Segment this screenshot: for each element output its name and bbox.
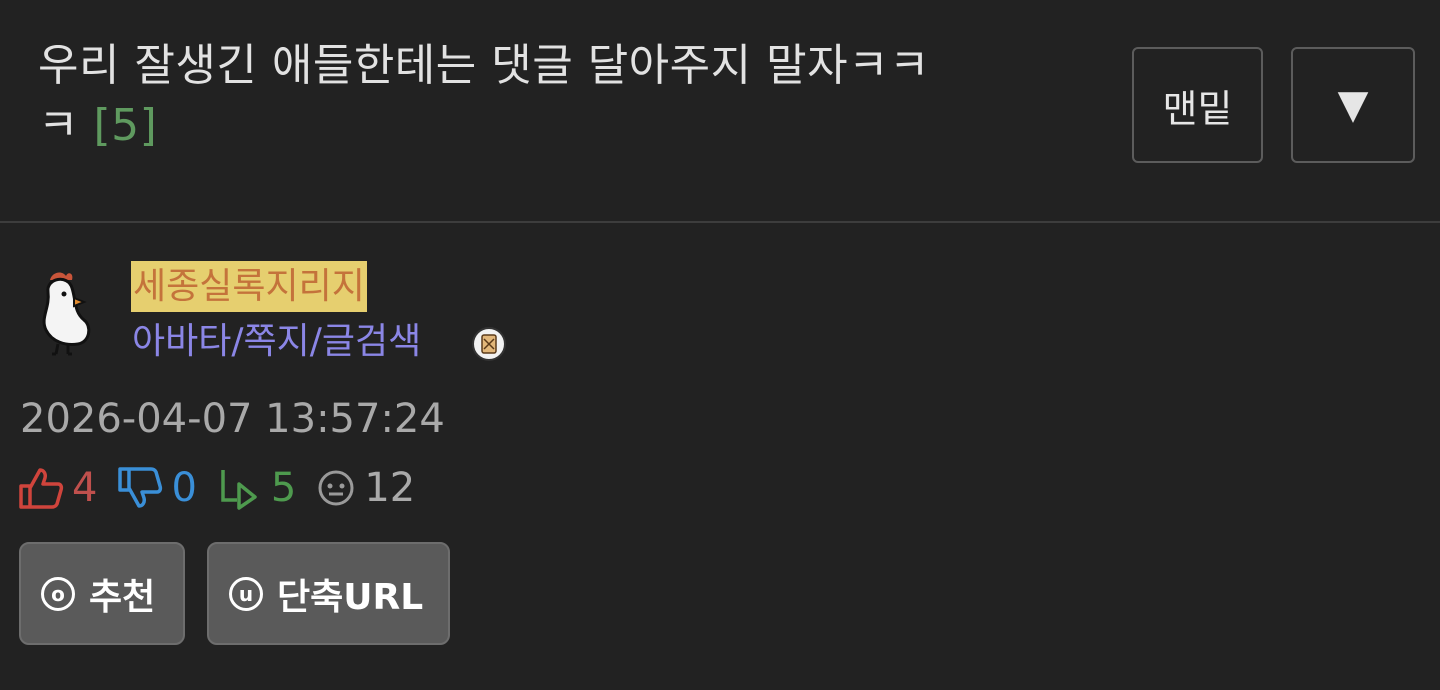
recommend-label: 추천 — [89, 576, 156, 618]
author-links[interactable]: 아바타/쪽지/글검색 — [132, 318, 421, 366]
post-title: 우리 잘생긴 애들한테는 댓글 달아주지 말자ㅋㅋㅋ [5] — [38, 36, 938, 156]
short-url-label: 단축URL — [277, 576, 424, 618]
next-post-button[interactable]: ▼ — [1291, 47, 1415, 163]
reply-stat: 5 — [217, 465, 296, 511]
downvote-stat: 0 — [117, 465, 197, 511]
chicken-avatar-icon[interactable] — [34, 268, 98, 358]
go-bottom-label: 맨밑 — [1162, 86, 1233, 131]
upvote-stat: 4 — [18, 465, 97, 511]
reply-count: 5 — [270, 465, 297, 511]
author-nickname[interactable]: 세종실록지리지 — [131, 261, 367, 312]
post-stats: 4 0 5 12 — [18, 462, 435, 514]
down-arrow-icon: ▼ — [1337, 82, 1369, 128]
upvote-count: 4 — [72, 465, 98, 511]
thumbs-down-icon — [118, 467, 163, 508]
view-count: 12 — [364, 465, 416, 511]
scroll-badge-icon — [472, 327, 506, 361]
recommend-button[interactable]: o 추천 — [19, 542, 185, 645]
short-url-icon: u — [229, 576, 263, 611]
go-bottom-button[interactable]: 맨밑 — [1132, 47, 1263, 163]
recommend-icon: o — [41, 576, 75, 611]
post-header: 우리 잘생긴 애들한테는 댓글 달아주지 말자ㅋㅋㅋ [5] 맨밑 ▼ — [0, 0, 1440, 223]
post-title-text: 우리 잘생긴 애들한테는 댓글 달아주지 말자ㅋㅋㅋ — [38, 40, 931, 151]
comment-count[interactable]: [5] — [93, 100, 157, 151]
downvote-count: 0 — [171, 465, 197, 511]
post-view: 우리 잘생긴 애들한테는 댓글 달아주지 말자ㅋㅋㅋ [5] 맨밑 ▼ 세종실록… — [0, 0, 1440, 690]
thumbs-up-icon — [19, 468, 64, 509]
view-stat: 12 — [316, 465, 415, 511]
view-face-icon — [318, 470, 354, 506]
reply-arrow-icon — [221, 470, 257, 510]
post-date: 2026-04-07 13:57:24 — [20, 396, 445, 442]
short-url-button[interactable]: u 단축URL — [207, 542, 450, 645]
